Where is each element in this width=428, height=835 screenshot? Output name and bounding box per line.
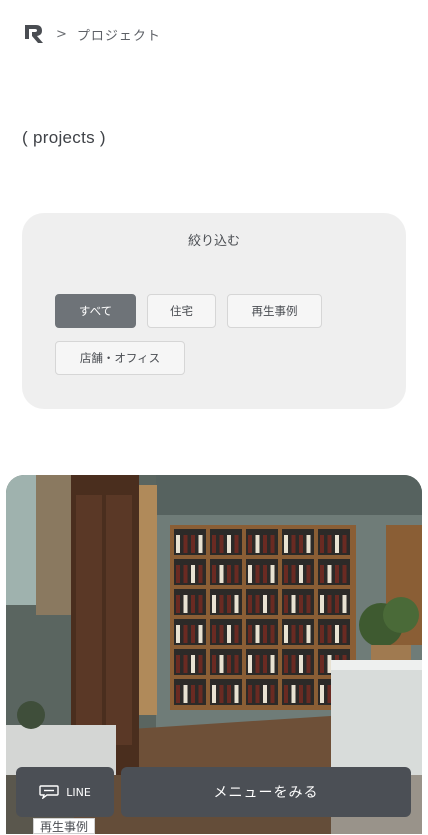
category-badge: 再生事例 bbox=[33, 818, 96, 834]
breadcrumb-separator: > bbox=[56, 26, 67, 42]
brand-logo-icon[interactable] bbox=[22, 22, 46, 46]
filter-panel: 絞り込む すべて 住宅 再生事例 店舗・オフィス bbox=[22, 213, 406, 409]
breadcrumb-current: プロジェクト bbox=[76, 28, 161, 44]
filter-chip-shop-office[interactable]: 店舗・オフィス bbox=[55, 341, 185, 375]
breadcrumb: > プロジェクト bbox=[22, 22, 161, 46]
line-label: LINE bbox=[66, 785, 91, 799]
chat-bubble-icon bbox=[39, 785, 59, 799]
filter-chip-renovation[interactable]: 再生事例 bbox=[227, 294, 322, 328]
filter-title: 絞り込む bbox=[187, 234, 240, 249]
line-button[interactable]: LINE bbox=[16, 767, 114, 817]
menu-button[interactable]: メニューをみる bbox=[121, 767, 411, 817]
page-title: ( projects ) bbox=[22, 128, 106, 147]
filter-chip-house[interactable]: 住宅 bbox=[147, 294, 216, 328]
filter-chip-all[interactable]: すべて bbox=[55, 294, 136, 328]
